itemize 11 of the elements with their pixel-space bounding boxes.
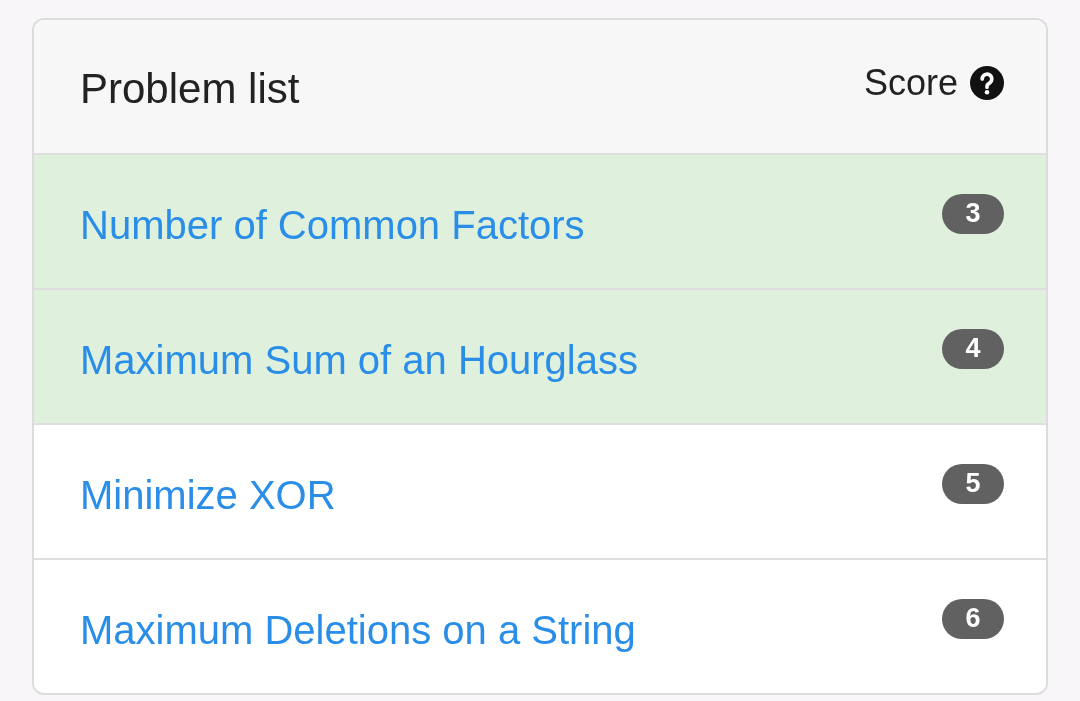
score-badge: 6: [942, 598, 1004, 639]
score-label: Score: [863, 61, 958, 104]
score-badge: 4: [942, 328, 1004, 369]
help-icon[interactable]: [970, 65, 1004, 100]
panel-title: Problem list: [80, 64, 300, 113]
problem-link[interactable]: Maximum Sum of an Hourglass: [80, 338, 638, 383]
problem-link[interactable]: Maximum Deletions on a String: [80, 608, 636, 653]
score-badge: 5: [942, 463, 1004, 504]
problem-link[interactable]: Minimize XOR: [80, 473, 336, 518]
problem-link[interactable]: Number of Common Factors: [80, 203, 585, 248]
score-badge: 3: [942, 193, 1004, 234]
